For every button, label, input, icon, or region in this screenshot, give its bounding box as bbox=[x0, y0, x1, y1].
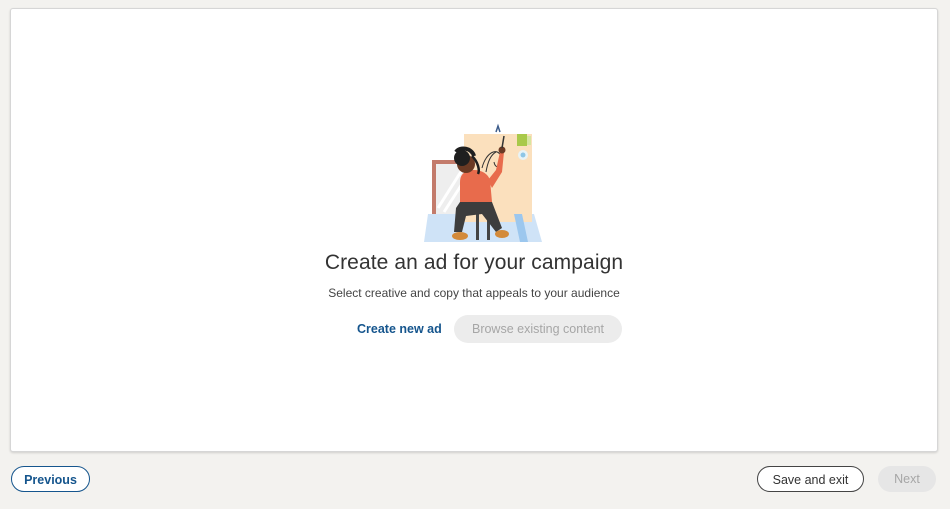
next-button[interactable]: Next bbox=[878, 466, 936, 492]
campaign-ad-card: Create an ad for your campaign Select cr… bbox=[10, 8, 938, 452]
save-and-exit-button[interactable]: Save and exit bbox=[757, 466, 864, 492]
browse-existing-content-button[interactable]: Browse existing content bbox=[454, 315, 622, 343]
page-title: Create an ad for your campaign bbox=[324, 251, 624, 274]
page-subtitle: Select creative and copy that appeals to… bbox=[328, 286, 620, 300]
previous-button[interactable]: Previous bbox=[11, 466, 90, 492]
create-new-ad-button[interactable]: Create new ad bbox=[349, 315, 450, 343]
person-painting-illustration bbox=[424, 123, 542, 242]
